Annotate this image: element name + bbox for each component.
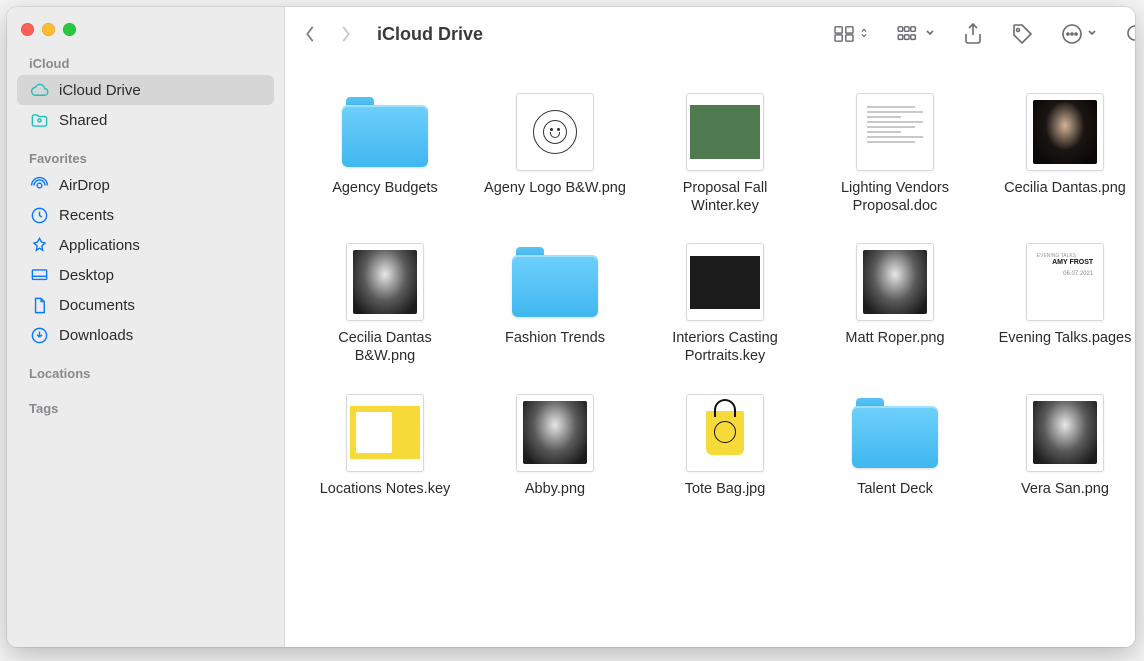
back-button[interactable] — [303, 25, 317, 43]
file-label: Tote Bag.jpg — [685, 480, 766, 498]
sidebar-item-icloud-drive[interactable]: iCloud Drive — [17, 75, 274, 105]
file-thumbnail: EVENING TALKSAMY FROST06.07.2021 — [1019, 241, 1111, 323]
file-thumbnail — [509, 91, 601, 173]
document-icon — [29, 295, 49, 315]
view-icons-button[interactable] — [833, 25, 869, 43]
sidebar-item-downloads[interactable]: Downloads — [17, 320, 274, 350]
file-thumbnail — [679, 91, 771, 173]
file-item[interactable]: Lighting Vendors Proposal.doc — [815, 91, 975, 215]
forward-button[interactable] — [339, 25, 353, 43]
sidebar-item-label: Downloads — [59, 327, 133, 344]
file-label: Agency Budgets — [332, 179, 438, 197]
file-thumbnail — [509, 392, 601, 474]
file-label: Vera San.png — [1021, 480, 1109, 498]
window-controls — [7, 17, 284, 50]
share-button[interactable] — [963, 23, 983, 45]
sidebar-item-label: Desktop — [59, 267, 114, 284]
sidebar-section-tags: Tags — [7, 395, 284, 420]
sidebar-item-label: Documents — [59, 297, 135, 314]
file-label: Locations Notes.key — [320, 480, 451, 498]
file-thumbnail — [849, 91, 941, 173]
chevron-down-icon — [1087, 25, 1097, 43]
close-button[interactable] — [21, 23, 34, 36]
file-grid: Agency Budgets Ageny Logo B&W.png Proposal… — [305, 91, 1135, 498]
file-label: Abby.png — [525, 480, 585, 498]
file-thumbnail — [339, 91, 431, 173]
file-label: Interiors Casting Portraits.key — [648, 329, 803, 365]
fullscreen-button[interactable] — [63, 23, 76, 36]
file-label: Talent Deck — [857, 480, 933, 498]
cloud-icon — [29, 80, 49, 100]
file-thumbnail — [679, 392, 771, 474]
desktop-icon — [29, 265, 49, 285]
chevron-down-icon — [925, 25, 935, 43]
file-thumbnail — [849, 392, 941, 474]
airdrop-icon — [29, 175, 49, 195]
file-thumbnail — [849, 241, 941, 323]
search-button[interactable] — [1125, 23, 1135, 45]
sidebar-item-applications[interactable]: Applications — [17, 230, 274, 260]
file-item[interactable]: Agency Budgets — [305, 91, 465, 215]
file-item[interactable]: Tote Bag.jpg — [645, 392, 805, 498]
minimize-button[interactable] — [42, 23, 55, 36]
shared-folder-icon — [29, 110, 49, 130]
sidebar-item-documents[interactable]: Documents — [17, 290, 274, 320]
file-item[interactable]: Matt Roper.png — [815, 241, 975, 365]
sidebar-section-locations: Locations — [7, 360, 284, 385]
file-label: Ageny Logo B&W.png — [484, 179, 626, 197]
clock-icon — [29, 205, 49, 225]
file-label: Evening Talks.pages — [999, 329, 1132, 347]
sidebar-item-airdrop[interactable]: AirDrop — [17, 170, 274, 200]
file-item[interactable]: Fashion Trends — [475, 241, 635, 365]
file-thumbnail — [509, 241, 601, 323]
file-label: Lighting Vendors Proposal.doc — [818, 179, 973, 215]
file-thumbnail — [1019, 91, 1111, 173]
file-item[interactable]: Talent Deck — [815, 392, 975, 498]
file-item[interactable]: Vera San.png — [985, 392, 1135, 498]
download-icon — [29, 325, 49, 345]
group-button[interactable] — [897, 25, 935, 43]
file-item[interactable]: Cecilia Dantas.png — [985, 91, 1135, 215]
file-thumbnail — [339, 392, 431, 474]
file-item[interactable]: EVENING TALKSAMY FROST06.07.2021 Evening … — [985, 241, 1135, 365]
file-item[interactable]: Cecilia Dantas B&W.png — [305, 241, 465, 365]
file-item[interactable]: Proposal Fall Winter.key — [645, 91, 805, 215]
file-label: Cecilia Dantas B&W.png — [308, 329, 463, 365]
sidebar-item-shared[interactable]: Shared — [17, 105, 274, 135]
main-area: iCloud Drive — [285, 7, 1135, 647]
sidebar-item-label: Shared — [59, 112, 107, 129]
file-item[interactable]: Abby.png — [475, 392, 635, 498]
finder-window: iCloud iCloud Drive Shared Favorites — [7, 7, 1135, 647]
tags-button[interactable] — [1011, 23, 1033, 45]
sidebar-item-label: Applications — [59, 237, 140, 254]
file-item[interactable]: Interiors Casting Portraits.key — [645, 241, 805, 365]
file-item[interactable]: Ageny Logo B&W.png — [475, 91, 635, 215]
window-title: iCloud Drive — [377, 24, 483, 45]
file-label: Fashion Trends — [505, 329, 605, 347]
sidebar-item-label: iCloud Drive — [59, 82, 141, 99]
more-button[interactable] — [1061, 23, 1097, 45]
file-label: Cecilia Dantas.png — [1004, 179, 1126, 197]
chevron-updown-icon — [859, 25, 869, 43]
toolbar: iCloud Drive — [285, 7, 1135, 61]
file-thumbnail — [339, 241, 431, 323]
file-label: Matt Roper.png — [845, 329, 944, 347]
sidebar-section-favorites: Favorites — [7, 145, 284, 170]
sidebar-item-recents[interactable]: Recents — [17, 200, 274, 230]
file-item[interactable]: Locations Notes.key — [305, 392, 465, 498]
file-thumbnail — [679, 241, 771, 323]
sidebar-section-icloud: iCloud — [7, 50, 284, 75]
sidebar: iCloud iCloud Drive Shared Favorites — [7, 7, 285, 647]
apps-icon — [29, 235, 49, 255]
file-label: Proposal Fall Winter.key — [648, 179, 803, 215]
file-grid-scroll[interactable]: Agency Budgets Ageny Logo B&W.png Proposal… — [285, 61, 1135, 647]
sidebar-item-desktop[interactable]: Desktop — [17, 260, 274, 290]
file-thumbnail — [1019, 392, 1111, 474]
sidebar-item-label: AirDrop — [59, 177, 110, 194]
sidebar-item-label: Recents — [59, 207, 114, 224]
